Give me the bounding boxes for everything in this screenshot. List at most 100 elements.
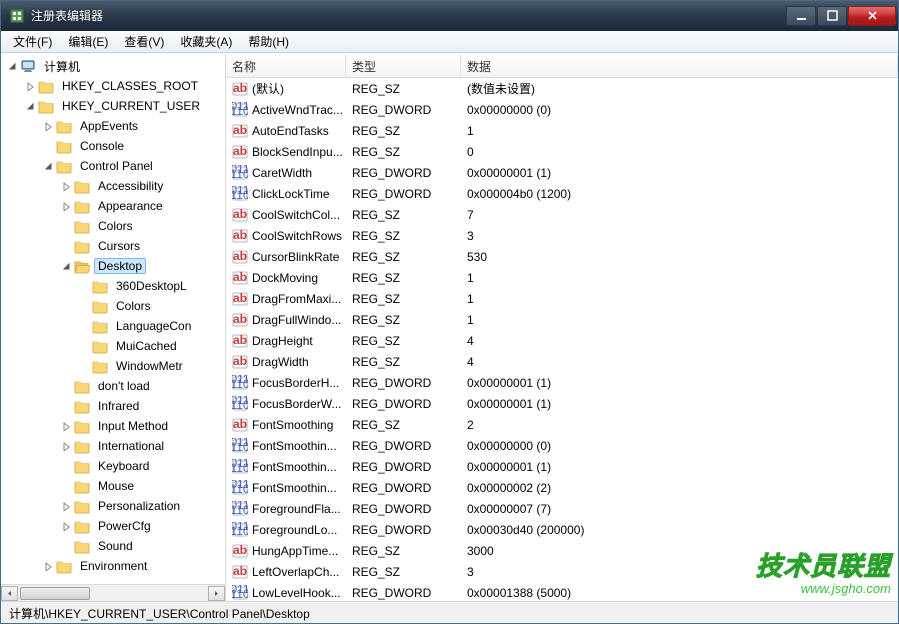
menu-item[interactable]: 帮助(H) bbox=[240, 31, 297, 52]
expand-icon[interactable] bbox=[41, 559, 55, 573]
tree-node[interactable]: Keyboard bbox=[1, 456, 225, 476]
tree-node[interactable]: Desktop bbox=[1, 256, 225, 276]
value-row[interactable]: LowLevelHook...REG_DWORD0x00001388 (5000… bbox=[226, 582, 898, 601]
expand-icon[interactable] bbox=[59, 399, 73, 413]
tree-node[interactable]: LanguageCon bbox=[1, 316, 225, 336]
value-row[interactable]: CursorBlinkRateREG_SZ530 bbox=[226, 246, 898, 267]
value-row[interactable]: FontSmoothin...REG_DWORD0x00000000 (0) bbox=[226, 435, 898, 456]
value-row[interactable]: HungAppTime...REG_SZ3000 bbox=[226, 540, 898, 561]
expand-icon[interactable] bbox=[59, 499, 73, 513]
tree-node[interactable]: WindowMetr bbox=[1, 356, 225, 376]
value-row[interactable]: ForegroundLo...REG_DWORD0x00030d40 (2000… bbox=[226, 519, 898, 540]
scroll-left-button[interactable] bbox=[1, 586, 18, 601]
expand-icon[interactable] bbox=[77, 299, 91, 313]
value-row[interactable]: CoolSwitchRowsREG_SZ3 bbox=[226, 225, 898, 246]
value-row[interactable]: FocusBorderH...REG_DWORD0x00000001 (1) bbox=[226, 372, 898, 393]
collapse-icon[interactable] bbox=[59, 259, 73, 273]
tree-node[interactable]: HKEY_CLASSES_ROOT bbox=[1, 76, 225, 96]
tree-node[interactable]: don't load bbox=[1, 376, 225, 396]
value-row[interactable]: FocusBorderW...REG_DWORD0x00000001 (1) bbox=[226, 393, 898, 414]
expand-icon[interactable] bbox=[59, 199, 73, 213]
value-row[interactable]: DragFullWindo...REG_SZ1 bbox=[226, 309, 898, 330]
tree-node[interactable]: Input Method bbox=[1, 416, 225, 436]
tree-node[interactable]: Colors bbox=[1, 296, 225, 316]
tree-node[interactable]: AppEvents bbox=[1, 116, 225, 136]
tree-node[interactable]: 计算机 bbox=[1, 56, 225, 76]
value-row[interactable]: ClickLockTimeREG_DWORD0x000004b0 (1200) bbox=[226, 183, 898, 204]
expand-icon[interactable] bbox=[59, 439, 73, 453]
tree-node[interactable]: Mouse bbox=[1, 476, 225, 496]
minimize-button[interactable] bbox=[786, 6, 816, 26]
column-header-data[interactable]: 数据 bbox=[461, 54, 898, 77]
expand-icon[interactable] bbox=[59, 379, 73, 393]
expand-icon[interactable] bbox=[59, 479, 73, 493]
value-row[interactable]: FontSmoothin...REG_DWORD0x00000001 (1) bbox=[226, 456, 898, 477]
value-row[interactable]: ActiveWndTrac...REG_DWORD0x00000000 (0) bbox=[226, 99, 898, 120]
tree-node[interactable]: Infrared bbox=[1, 396, 225, 416]
column-header-type[interactable]: 类型 bbox=[346, 54, 461, 77]
expand-icon[interactable] bbox=[59, 219, 73, 233]
tree-horizontal-scrollbar[interactable] bbox=[1, 584, 225, 601]
value-row[interactable]: (默认)REG_SZ(数值未设置) bbox=[226, 78, 898, 99]
tree-node[interactable]: Console bbox=[1, 136, 225, 156]
value-row[interactable]: ForegroundFla...REG_DWORD0x00000007 (7) bbox=[226, 498, 898, 519]
collapse-icon[interactable] bbox=[5, 59, 19, 73]
tree-panel[interactable]: 计算机HKEY_CLASSES_ROOTHKEY_CURRENT_USERApp… bbox=[1, 54, 226, 601]
maximize-button[interactable] bbox=[817, 6, 847, 26]
value-row[interactable]: DragFromMaxi...REG_SZ1 bbox=[226, 288, 898, 309]
collapse-icon[interactable] bbox=[23, 99, 37, 113]
expand-icon[interactable] bbox=[59, 459, 73, 473]
value-row[interactable]: FontSmoothin...REG_DWORD0x00000002 (2) bbox=[226, 477, 898, 498]
value-row[interactable]: FontSmoothingREG_SZ2 bbox=[226, 414, 898, 435]
tree-node[interactable]: Colors bbox=[1, 216, 225, 236]
expand-icon[interactable] bbox=[77, 359, 91, 373]
tree-node[interactable]: International bbox=[1, 436, 225, 456]
expand-icon[interactable] bbox=[41, 119, 55, 133]
string-value-icon bbox=[232, 228, 248, 244]
list-body[interactable]: (默认)REG_SZ(数值未设置)ActiveWndTrac...REG_DWO… bbox=[226, 78, 898, 601]
menu-item[interactable]: 编辑(E) bbox=[60, 31, 116, 52]
expand-icon[interactable] bbox=[23, 79, 37, 93]
value-row[interactable]: CoolSwitchCol...REG_SZ7 bbox=[226, 204, 898, 225]
expand-icon[interactable] bbox=[59, 419, 73, 433]
expand-icon[interactable] bbox=[59, 239, 73, 253]
value-row[interactable]: LeftOverlapCh...REG_SZ3 bbox=[226, 561, 898, 582]
scroll-track[interactable] bbox=[18, 586, 208, 601]
tree-node[interactable]: Personalization bbox=[1, 496, 225, 516]
expand-icon[interactable] bbox=[59, 179, 73, 193]
value-row[interactable]: CaretWidthREG_DWORD0x00000001 (1) bbox=[226, 162, 898, 183]
titlebar[interactable]: 注册表编辑器 bbox=[1, 1, 898, 31]
menu-item[interactable]: 文件(F) bbox=[5, 31, 60, 52]
collapse-icon[interactable] bbox=[41, 159, 55, 173]
tree-node[interactable]: HKEY_CURRENT_USER bbox=[1, 96, 225, 116]
value-row[interactable]: AutoEndTasksREG_SZ1 bbox=[226, 120, 898, 141]
value-data-cell: 0x00030d40 (200000) bbox=[461, 523, 898, 537]
tree-node[interactable]: Accessibility bbox=[1, 176, 225, 196]
tree-node[interactable]: Cursors bbox=[1, 236, 225, 256]
tree-node-label: HKEY_CLASSES_ROOT bbox=[58, 79, 202, 93]
value-row[interactable]: BlockSendInpu...REG_SZ0 bbox=[226, 141, 898, 162]
scroll-right-button[interactable] bbox=[208, 586, 225, 601]
expand-icon[interactable] bbox=[77, 339, 91, 353]
tree-node[interactable]: Sound bbox=[1, 536, 225, 556]
tree-node[interactable]: Environment bbox=[1, 556, 225, 576]
expand-icon[interactable] bbox=[77, 279, 91, 293]
value-row[interactable]: DragWidthREG_SZ4 bbox=[226, 351, 898, 372]
tree-node[interactable]: 360DesktopL bbox=[1, 276, 225, 296]
tree-node[interactable]: Appearance bbox=[1, 196, 225, 216]
tree-node[interactable]: Control Panel bbox=[1, 156, 225, 176]
close-button[interactable] bbox=[848, 6, 896, 26]
scroll-thumb[interactable] bbox=[20, 587, 90, 600]
tree-node[interactable]: PowerCfg bbox=[1, 516, 225, 536]
value-row[interactable]: DockMovingREG_SZ1 bbox=[226, 267, 898, 288]
tree-node[interactable]: MuiCached bbox=[1, 336, 225, 356]
expand-icon[interactable] bbox=[59, 519, 73, 533]
value-type-cell: REG_SZ bbox=[346, 250, 461, 264]
expand-icon[interactable] bbox=[77, 319, 91, 333]
expand-icon[interactable] bbox=[41, 139, 55, 153]
expand-icon[interactable] bbox=[59, 539, 73, 553]
column-header-name[interactable]: 名称 bbox=[226, 54, 346, 77]
menu-item[interactable]: 查看(V) bbox=[116, 31, 172, 52]
menu-item[interactable]: 收藏夹(A) bbox=[172, 31, 240, 52]
value-row[interactable]: DragHeightREG_SZ4 bbox=[226, 330, 898, 351]
